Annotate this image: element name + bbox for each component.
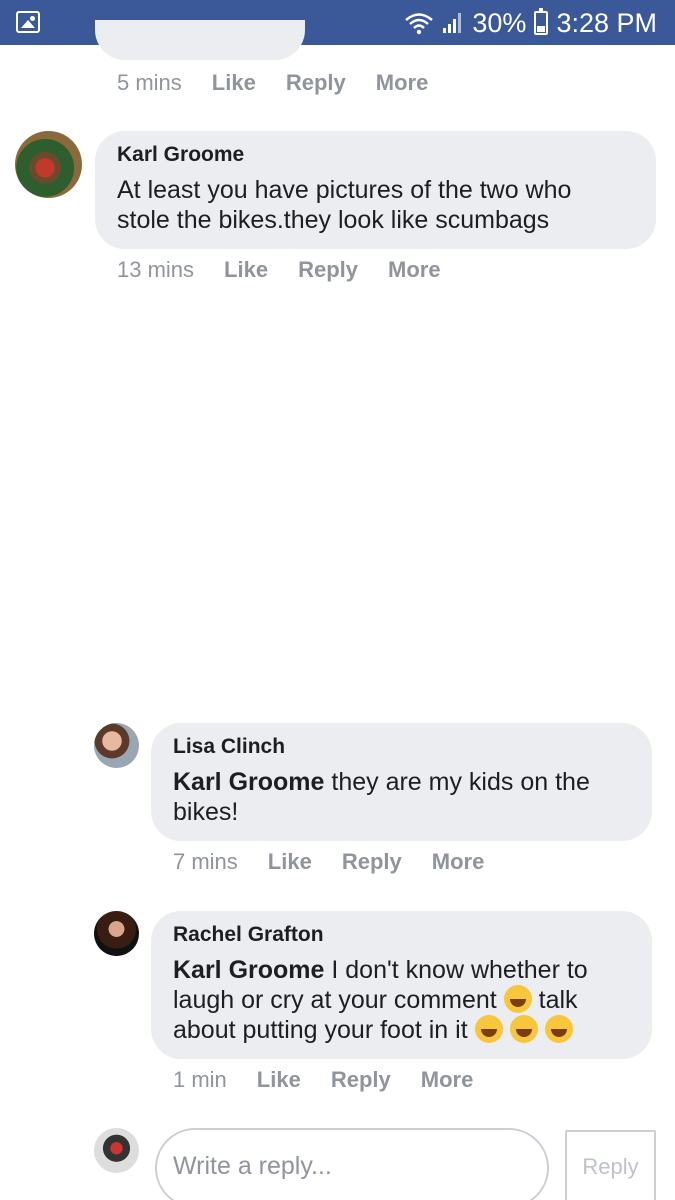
comment-bubble: Lisa Clinch Karl Groome they are my kids… xyxy=(151,723,652,841)
more-button[interactable]: More xyxy=(421,1067,474,1093)
comment-text: At least you have pictures of the two wh… xyxy=(117,176,572,234)
comment-time: 7 mins xyxy=(173,849,238,874)
signal-icon xyxy=(443,13,462,33)
sweat-smile-emoji-icon xyxy=(503,985,532,1013)
comment-author[interactable]: Lisa Clinch xyxy=(173,735,285,759)
comment-text: Karl Groome I don't know whether to laug… xyxy=(173,956,588,1044)
avatar[interactable] xyxy=(94,911,139,956)
comment-meta: 13 mins Like Reply More xyxy=(117,257,441,283)
tears-of-joy-emoji-icon xyxy=(474,1015,503,1043)
comment-text: Karl Groome they are my kids on the bike… xyxy=(173,768,590,826)
reply-button[interactable]: Reply xyxy=(342,849,402,875)
more-button[interactable]: More xyxy=(432,849,485,875)
more-button[interactable]: More xyxy=(388,257,441,283)
like-button[interactable]: Like xyxy=(212,70,256,96)
like-button[interactable]: Like xyxy=(268,849,312,875)
reply-button[interactable]: Reply xyxy=(331,1067,391,1093)
avatar[interactable] xyxy=(15,131,82,198)
more-button[interactable]: More xyxy=(376,70,429,96)
like-button[interactable]: Like xyxy=(257,1067,301,1093)
image-icon xyxy=(16,11,40,33)
wifi-icon xyxy=(405,13,434,35)
status-indicators: 30% 3:28 PM xyxy=(404,6,657,40)
mention-link[interactable]: Karl Groome xyxy=(173,768,324,796)
comment-time: 13 mins xyxy=(117,257,195,282)
comment-bubble: Karl Groome At least you have pictures o… xyxy=(95,131,656,249)
current-user-avatar xyxy=(94,1128,139,1173)
battery-icon xyxy=(534,8,549,35)
mention-link[interactable]: Karl Groome xyxy=(173,956,324,984)
reply-input[interactable]: Write a reply... xyxy=(155,1128,549,1200)
reply-input-placeholder: Write a reply... xyxy=(173,1152,332,1180)
comment-time: 5 mins xyxy=(117,70,182,95)
battery-percent: 30% xyxy=(472,7,527,38)
comment-bubble xyxy=(95,20,305,60)
comment-meta: 5 mins Like Reply More xyxy=(117,70,428,96)
avatar[interactable] xyxy=(94,723,139,768)
reply-button[interactable]: Reply xyxy=(298,257,358,283)
tears-of-joy-emoji-icon xyxy=(509,1015,538,1043)
tears-of-joy-emoji-icon xyxy=(544,1015,573,1043)
comment-meta: 1 min Like Reply More xyxy=(173,1067,473,1093)
clock: 3:28 PM xyxy=(556,7,657,38)
comment-author[interactable]: Karl Groome xyxy=(117,143,244,167)
comment-author[interactable]: Rachel Grafton xyxy=(173,923,324,947)
like-button[interactable]: Like xyxy=(224,257,268,283)
reply-button[interactable]: Reply xyxy=(286,70,346,96)
reply-submit-button[interactable]: Reply xyxy=(565,1130,656,1200)
comment-meta: 7 mins Like Reply More xyxy=(173,849,484,875)
comment-time: 1 min xyxy=(173,1067,227,1092)
comment-bubble: Rachel Grafton Karl Groome I don't know … xyxy=(151,911,652,1059)
